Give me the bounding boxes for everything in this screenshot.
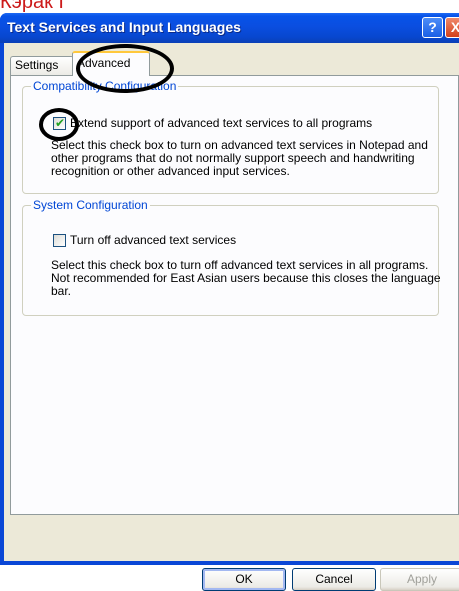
close-button[interactable]: X	[445, 17, 459, 38]
ok-button[interactable]: OK	[202, 568, 286, 591]
turn-off-text-services-checkbox[interactable]	[53, 234, 66, 247]
annotation-circle-advanced-tab	[76, 44, 174, 93]
title-bar[interactable]: Text Services and Input Languages ? X	[0, 13, 459, 43]
help-button[interactable]: ?	[422, 17, 443, 38]
compatibility-description: Select this check box to turn on advance…	[51, 138, 428, 178]
apply-button[interactable]: Apply	[380, 568, 459, 591]
cancel-button[interactable]: Cancel	[292, 568, 376, 591]
extend-support-label[interactable]: Extend support of advanced text services…	[70, 117, 372, 130]
system-description: Select this check box to turn off advanc…	[51, 258, 441, 298]
annotation-circle-checkbox	[39, 108, 79, 141]
overlay-caption: Кэрак I	[0, 0, 64, 13]
window-title: Text Services and Input Languages	[7, 19, 241, 35]
turn-off-text-services-label[interactable]: Turn off advanced text services	[70, 234, 236, 247]
tab-settings[interactable]: Settings	[10, 56, 74, 75]
system-configuration-legend: System Configuration	[31, 198, 150, 213]
